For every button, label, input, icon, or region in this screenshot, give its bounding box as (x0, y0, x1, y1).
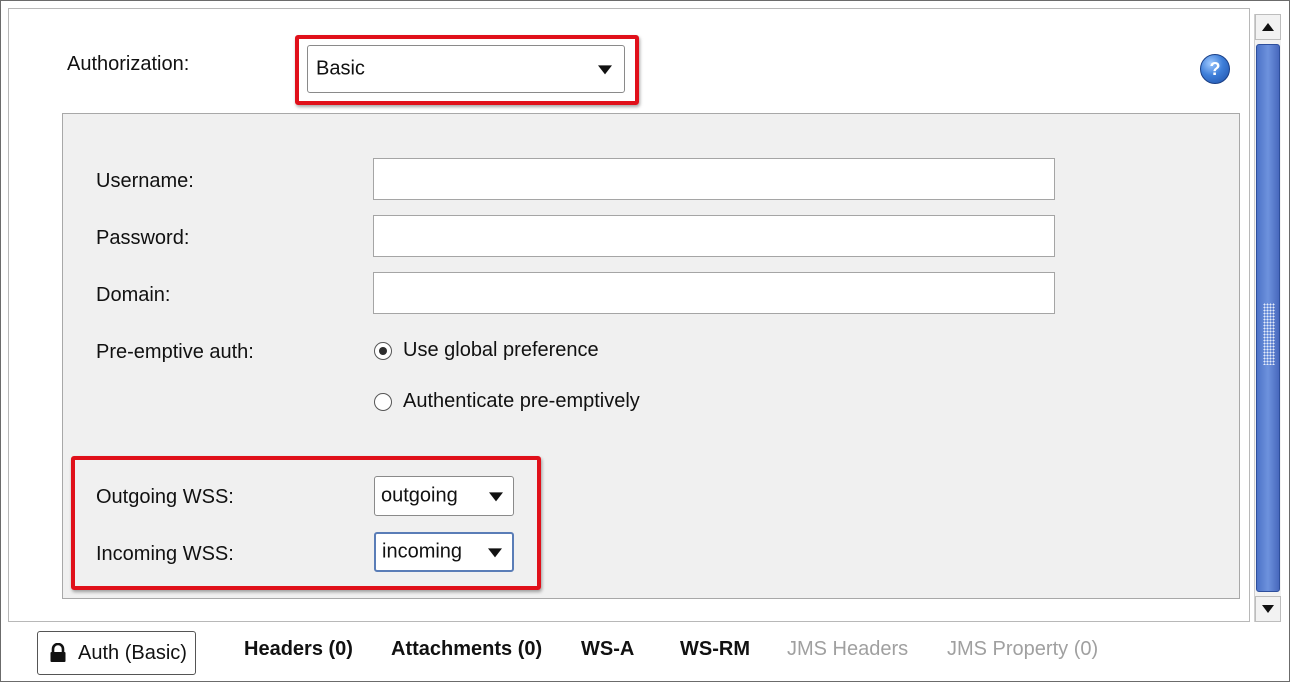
arrow-up-icon (1262, 23, 1274, 31)
help-icon[interactable]: ? (1200, 54, 1230, 84)
request-tab-bar: Auth (Basic) Headers (0) Attachments (0)… (1, 623, 1290, 683)
radio-label-use-global-preference[interactable]: Use global preference (403, 339, 599, 362)
username-label: Username: (96, 170, 194, 192)
highlight-box-authorization (295, 35, 639, 105)
username-input[interactable] (373, 158, 1055, 200)
domain-label: Domain: (96, 284, 171, 306)
scrollbar-thumb[interactable] (1256, 44, 1280, 592)
radio-use-global-preference[interactable] (374, 342, 392, 360)
tab-attachments[interactable]: Attachments (0) (391, 638, 542, 661)
authorization-label: Authorization: (67, 53, 190, 75)
tab-jms-property: JMS Property (0) (947, 638, 1099, 660)
highlight-box-wss (71, 456, 541, 590)
preemptive-auth-label: Pre-emptive auth: (96, 341, 254, 363)
auth-panel: Authorization: Basic ? Username: Passwor… (8, 8, 1250, 622)
arrow-down-icon (1262, 605, 1274, 613)
tab-auth-label: Auth (Basic) (78, 642, 187, 664)
tab-headers[interactable]: Headers (0) (244, 638, 353, 661)
scroll-down-button[interactable] (1255, 596, 1281, 622)
tab-auth[interactable]: Auth (Basic) (37, 631, 196, 675)
vertical-scrollbar[interactable] (1254, 14, 1281, 622)
tab-jms-headers: JMS Headers (787, 638, 909, 660)
tab-ws-a[interactable]: WS-A (581, 638, 634, 661)
grip-icon (1263, 303, 1275, 365)
lock-icon (50, 643, 66, 662)
scroll-up-button[interactable] (1255, 14, 1281, 40)
domain-input[interactable] (373, 272, 1055, 314)
radio-authenticate-preemptively[interactable] (374, 393, 392, 411)
request-auth-window: Authorization: Basic ? Username: Passwor… (0, 0, 1290, 682)
password-input[interactable] (373, 215, 1055, 257)
password-label: Password: (96, 227, 190, 249)
radio-label-authenticate-preemptively[interactable]: Authenticate pre-emptively (403, 390, 640, 413)
tab-ws-rm[interactable]: WS-RM (680, 638, 750, 661)
